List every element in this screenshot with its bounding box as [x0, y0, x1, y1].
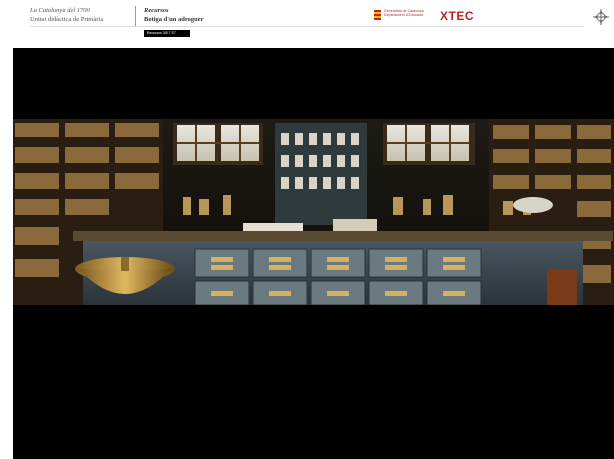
xtec-logo[interactable]: XTEC	[440, 9, 474, 23]
image-viewer	[13, 48, 614, 459]
header-divider	[135, 6, 136, 26]
pharmacy-photo	[13, 119, 614, 305]
course-subtitle: Unitat didàctica de Primària	[30, 16, 104, 23]
section-label: Recursos	[144, 7, 169, 14]
header-rule	[30, 26, 584, 27]
section-title: Botiga d'un adroguer	[144, 16, 204, 23]
gencat-label: Generalitat de Catalunya Departament d'E…	[384, 9, 424, 18]
page-header: La Catalunya del 1700 Unitat didàctica d…	[0, 0, 614, 44]
compass-icon[interactable]	[593, 9, 609, 25]
course-title: La Catalunya del 1700	[30, 7, 90, 14]
resource-badge: Recursos 3/8 7 S7	[144, 30, 190, 37]
gencat-logo	[374, 10, 381, 20]
